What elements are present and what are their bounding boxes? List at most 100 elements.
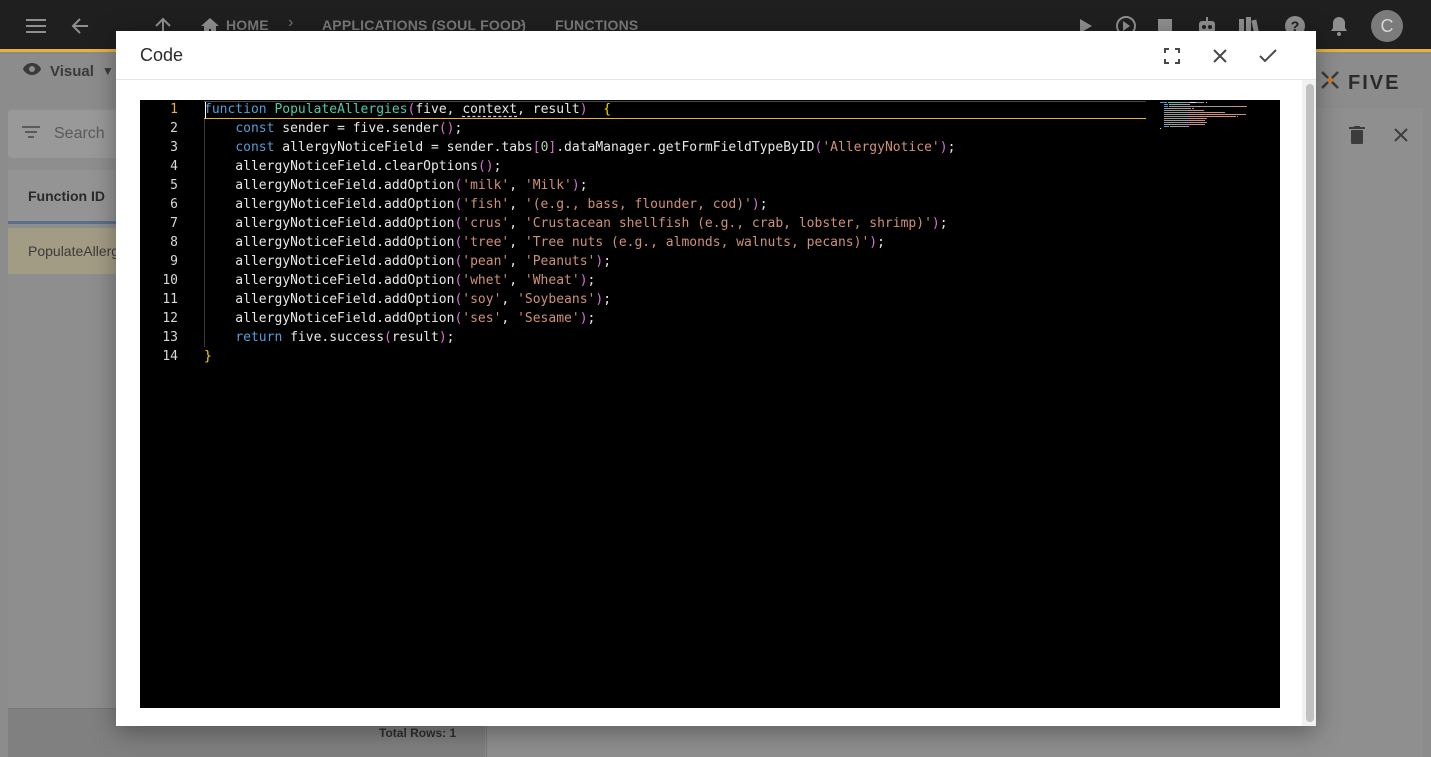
- line-number: 12: [162, 311, 178, 326]
- code-token: ;: [446, 330, 455, 345]
- code-line: allergyNoticeField.addOption('tree', 'Tr…: [204, 233, 885, 252]
- check-icon[interactable]: [1255, 43, 1281, 69]
- code-token: ): [751, 197, 760, 212]
- minimap-line: [1196, 114, 1244, 115]
- back-arrow-icon[interactable]: [68, 14, 92, 38]
- minimap-line: [1200, 106, 1231, 107]
- code-token: 'ses': [462, 311, 502, 326]
- code-line: allergyNoticeField.clearOptions();: [204, 157, 501, 176]
- minimap-line: [1196, 124, 1204, 125]
- code-token: allergyNoticeField.addOption: [204, 235, 455, 250]
- code-token: 'Peanuts': [524, 254, 596, 269]
- filter-icon: [22, 125, 40, 143]
- bell-icon[interactable]: [1327, 14, 1351, 38]
- code-token: context: [462, 102, 518, 117]
- code-token: ,: [509, 197, 525, 212]
- code-token: allergyNoticeField.addOption: [204, 216, 455, 231]
- close-icon[interactable]: [1207, 43, 1233, 69]
- code-token: 'Wheat': [524, 273, 580, 288]
- code-line: allergyNoticeField.addOption('milk', 'Mi…: [204, 176, 587, 195]
- view-mode-toggle[interactable]: Visual ▼: [22, 62, 114, 80]
- minimap-line: [1203, 110, 1205, 111]
- code-token: ): [579, 273, 588, 288]
- minimap-line: [1237, 116, 1239, 117]
- line-number: 8: [170, 235, 178, 250]
- code-token: 'Tree nuts (e.g., almonds, walnuts, peca…: [524, 235, 870, 250]
- close-icon[interactable]: [1390, 124, 1412, 146]
- minimap-line: [1196, 116, 1237, 117]
- code-token: ,: [501, 311, 518, 326]
- minimap-line: [1244, 114, 1246, 115]
- minimap-line: [1163, 114, 1189, 115]
- minimap-line: [1196, 122, 1205, 123]
- code-token: ): [939, 140, 948, 155]
- code-line: allergyNoticeField.addOption('whet', 'Wh…: [204, 271, 595, 290]
- code-line: allergyNoticeField.addOption('soy', 'Soy…: [204, 290, 611, 309]
- code-token: ;: [939, 216, 948, 231]
- minimap-line: [1196, 118, 1205, 119]
- code-minimap[interactable]: [1146, 100, 1280, 130]
- minimap-line: [1188, 104, 1190, 105]
- code-token: ;: [877, 235, 885, 250]
- trash-icon[interactable]: [1346, 124, 1368, 146]
- code-token: (): [477, 159, 494, 174]
- code-token: ;: [603, 254, 612, 269]
- minimap-line: [1163, 122, 1189, 123]
- code-token: (: [384, 330, 392, 345]
- minimap-line: [1168, 102, 1184, 103]
- code-token: ): [579, 311, 588, 326]
- line-number: 10: [162, 273, 178, 288]
- code-editor[interactable]: 1 2 3 4 5 6 7 8 9 10 11 12 13 14 function PopulateAll…: [140, 100, 1280, 708]
- minimap-line: [1163, 110, 1189, 111]
- code-token: ;: [454, 121, 463, 136]
- code-editor-dialog: Code 1 2 3 4 5 6 7 8 9 10 11 12 13 14 function Popula…: [116, 31, 1316, 726]
- column-header-function-id[interactable]: Function ID: [8, 170, 126, 224]
- minimap-line: [1245, 106, 1247, 107]
- minimap-line: [1169, 126, 1181, 127]
- minimap-line: [1169, 106, 1198, 107]
- code-token: sender = five.sender: [274, 121, 439, 136]
- line-number: 7: [170, 216, 178, 231]
- menu-icon[interactable]: [24, 14, 48, 38]
- minimap-line: [1169, 104, 1187, 105]
- code-token: (): [438, 121, 455, 136]
- code-token: 'Crustacean shellfish (e.g., crab, lobst…: [524, 216, 932, 231]
- table-row[interactable]: PopulateAllergies: [8, 228, 126, 274]
- code-text-area[interactable]: function PopulateAllergies (five, context…: [204, 100, 1280, 708]
- line-number: 2: [170, 121, 178, 136]
- code-token: ;: [493, 159, 502, 174]
- minimap-line: [1196, 112, 1223, 113]
- code-token: allergyNoticeField = sender.tabs: [274, 140, 533, 155]
- minimap-line: [1163, 118, 1189, 119]
- minimap-line: [1160, 128, 1161, 129]
- fullscreen-icon[interactable]: [1159, 43, 1185, 69]
- minimap-line: [1204, 124, 1206, 125]
- search-input[interactable]: Search: [8, 110, 126, 158]
- minimap-line: [1187, 126, 1189, 127]
- code-token: const: [235, 121, 275, 136]
- minimap-line: [1203, 102, 1205, 103]
- minimap-line: [1163, 116, 1189, 117]
- minimap-line: [1163, 124, 1189, 125]
- code-line: allergyNoticeField.addOption('fish', '(e…: [204, 195, 767, 214]
- code-line: const allergyNoticeField = sender.tabs[0…: [204, 138, 955, 157]
- avatar[interactable]: C: [1371, 10, 1403, 42]
- code-token: ): [595, 292, 604, 307]
- code-line: allergyNoticeField.addOption('pean', 'Pe…: [204, 252, 611, 271]
- code-token: ,: [509, 254, 525, 269]
- code-token: allergyNoticeField.addOption: [204, 178, 455, 193]
- code-token: ): [595, 254, 604, 269]
- line-number-gutter: 1 2 3 4 5 6 7 8 9 10 11 12 13 14: [140, 100, 200, 708]
- code-token: ,: [501, 292, 518, 307]
- line-number: 6: [170, 197, 178, 212]
- line-number: 1: [170, 102, 178, 117]
- total-rows-label: Total Rows: 1: [379, 726, 457, 740]
- code-token: allergyNoticeField.addOption: [204, 197, 455, 212]
- line-number: 11: [162, 292, 178, 307]
- dialog-scrollbar-thumb[interactable]: [1306, 84, 1314, 722]
- code-token: ,: [509, 216, 525, 231]
- code-token: allergyNoticeField.addOption: [204, 292, 455, 307]
- code-token: function: [204, 102, 267, 117]
- code-token: five.success: [282, 330, 385, 345]
